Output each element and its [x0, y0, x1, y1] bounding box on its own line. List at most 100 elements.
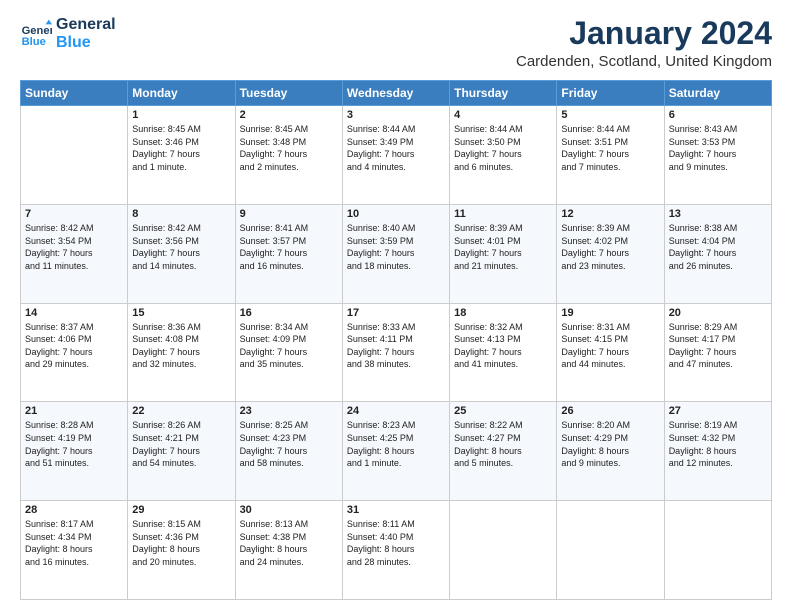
cell-info: Sunrise: 8:44 AM: [561, 123, 659, 136]
cell-info: Daylight: 7 hours: [454, 346, 552, 359]
day-number: 2: [240, 109, 338, 121]
cell-info: Sunrise: 8:28 AM: [25, 419, 123, 432]
calendar-cell: 5Sunrise: 8:44 AMSunset: 3:51 PMDaylight…: [557, 106, 664, 205]
cell-info: Daylight: 7 hours: [669, 247, 767, 260]
cell-info: Daylight: 7 hours: [240, 148, 338, 161]
calendar-cell: 8Sunrise: 8:42 AMSunset: 3:56 PMDaylight…: [128, 204, 235, 303]
location: Cardenden, Scotland, United Kingdom: [516, 53, 772, 70]
logo-blue: Blue: [56, 34, 116, 52]
cell-info: and 16 minutes.: [240, 260, 338, 273]
cell-info: Sunrise: 8:40 AM: [347, 222, 445, 235]
logo: General Blue General Blue: [20, 16, 116, 51]
cell-info: Sunset: 3:46 PM: [132, 136, 230, 149]
cell-info: Sunset: 4:02 PM: [561, 235, 659, 248]
cell-info: and 9 minutes.: [669, 161, 767, 174]
cell-info: Daylight: 8 hours: [347, 543, 445, 556]
cell-info: and 47 minutes.: [669, 358, 767, 371]
day-header-sunday: Sunday: [21, 81, 128, 106]
day-header-friday: Friday: [557, 81, 664, 106]
calendar-cell: 19Sunrise: 8:31 AMSunset: 4:15 PMDayligh…: [557, 303, 664, 402]
day-header-wednesday: Wednesday: [342, 81, 449, 106]
cell-info: Sunset: 4:21 PM: [132, 432, 230, 445]
cell-info: Daylight: 8 hours: [347, 445, 445, 458]
day-number: 19: [561, 307, 659, 319]
cell-info: and 21 minutes.: [454, 260, 552, 273]
page-header: General Blue General Blue January 2024 C…: [20, 16, 772, 70]
cell-info: Daylight: 7 hours: [347, 346, 445, 359]
cell-info: Sunrise: 8:39 AM: [561, 222, 659, 235]
cell-info: and 41 minutes.: [454, 358, 552, 371]
calendar-cell: 17Sunrise: 8:33 AMSunset: 4:11 PMDayligh…: [342, 303, 449, 402]
calendar-cell: 3Sunrise: 8:44 AMSunset: 3:49 PMDaylight…: [342, 106, 449, 205]
cell-info: Sunrise: 8:19 AM: [669, 419, 767, 432]
cell-info: Sunset: 4:06 PM: [25, 333, 123, 346]
cell-info: and 1 minute.: [132, 161, 230, 174]
cell-info: Sunset: 3:54 PM: [25, 235, 123, 248]
cell-info: Sunset: 4:08 PM: [132, 333, 230, 346]
calendar-cell: 22Sunrise: 8:26 AMSunset: 4:21 PMDayligh…: [128, 402, 235, 501]
cell-info: Daylight: 8 hours: [25, 543, 123, 556]
calendar-cell: 12Sunrise: 8:39 AMSunset: 4:02 PMDayligh…: [557, 204, 664, 303]
cell-info: Daylight: 7 hours: [240, 346, 338, 359]
cell-info: and 44 minutes.: [561, 358, 659, 371]
calendar-cell: 11Sunrise: 8:39 AMSunset: 4:01 PMDayligh…: [450, 204, 557, 303]
cell-info: Sunrise: 8:23 AM: [347, 419, 445, 432]
cell-info: and 1 minute.: [347, 457, 445, 470]
day-number: 6: [669, 109, 767, 121]
cell-info: Daylight: 8 hours: [454, 445, 552, 458]
day-number: 27: [669, 405, 767, 417]
calendar-cell: 13Sunrise: 8:38 AMSunset: 4:04 PMDayligh…: [664, 204, 771, 303]
cell-info: Sunset: 3:56 PM: [132, 235, 230, 248]
cell-info: Sunset: 4:17 PM: [669, 333, 767, 346]
cell-info: Daylight: 7 hours: [454, 148, 552, 161]
calendar-cell: 15Sunrise: 8:36 AMSunset: 4:08 PMDayligh…: [128, 303, 235, 402]
cell-info: Sunset: 3:51 PM: [561, 136, 659, 149]
day-number: 30: [240, 504, 338, 516]
logo-icon: General Blue: [20, 18, 52, 50]
cell-info: Sunset: 4:01 PM: [454, 235, 552, 248]
day-number: 4: [454, 109, 552, 121]
day-number: 14: [25, 307, 123, 319]
cell-info: Sunrise: 8:15 AM: [132, 518, 230, 531]
cell-info: Sunset: 4:27 PM: [454, 432, 552, 445]
cell-info: Sunset: 4:11 PM: [347, 333, 445, 346]
calendar-cell: [664, 501, 771, 600]
cell-info: and 29 minutes.: [25, 358, 123, 371]
cell-info: Daylight: 7 hours: [454, 247, 552, 260]
cell-info: and 51 minutes.: [25, 457, 123, 470]
cell-info: Sunrise: 8:36 AM: [132, 321, 230, 334]
cell-info: and 5 minutes.: [454, 457, 552, 470]
cell-info: Daylight: 8 hours: [240, 543, 338, 556]
cell-info: and 23 minutes.: [561, 260, 659, 273]
cell-info: and 4 minutes.: [347, 161, 445, 174]
cell-info: Sunrise: 8:13 AM: [240, 518, 338, 531]
cell-info: Sunrise: 8:45 AM: [132, 123, 230, 136]
day-header-tuesday: Tuesday: [235, 81, 342, 106]
cell-info: and 7 minutes.: [561, 161, 659, 174]
cell-info: Sunset: 4:09 PM: [240, 333, 338, 346]
day-number: 26: [561, 405, 659, 417]
day-number: 7: [25, 208, 123, 220]
cell-info: Daylight: 7 hours: [240, 247, 338, 260]
day-number: 16: [240, 307, 338, 319]
cell-info: Daylight: 7 hours: [347, 247, 445, 260]
day-number: 25: [454, 405, 552, 417]
cell-info: Daylight: 7 hours: [561, 346, 659, 359]
cell-info: Sunset: 4:25 PM: [347, 432, 445, 445]
day-number: 22: [132, 405, 230, 417]
calendar-table: SundayMondayTuesdayWednesdayThursdayFrid…: [20, 80, 772, 600]
day-number: 8: [132, 208, 230, 220]
cell-info: Sunrise: 8:22 AM: [454, 419, 552, 432]
cell-info: and 32 minutes.: [132, 358, 230, 371]
calendar-cell: 1Sunrise: 8:45 AMSunset: 3:46 PMDaylight…: [128, 106, 235, 205]
svg-text:General: General: [22, 25, 52, 37]
cell-info: Sunrise: 8:26 AM: [132, 419, 230, 432]
day-header-monday: Monday: [128, 81, 235, 106]
day-number: 20: [669, 307, 767, 319]
cell-info: and 6 minutes.: [454, 161, 552, 174]
svg-text:Blue: Blue: [22, 36, 46, 48]
day-number: 9: [240, 208, 338, 220]
calendar-cell: 21Sunrise: 8:28 AMSunset: 4:19 PMDayligh…: [21, 402, 128, 501]
cell-info: and 38 minutes.: [347, 358, 445, 371]
calendar-cell: 25 Sunrise: 8:22 AMSunset: 4:27 PMDayligh…: [450, 402, 557, 501]
